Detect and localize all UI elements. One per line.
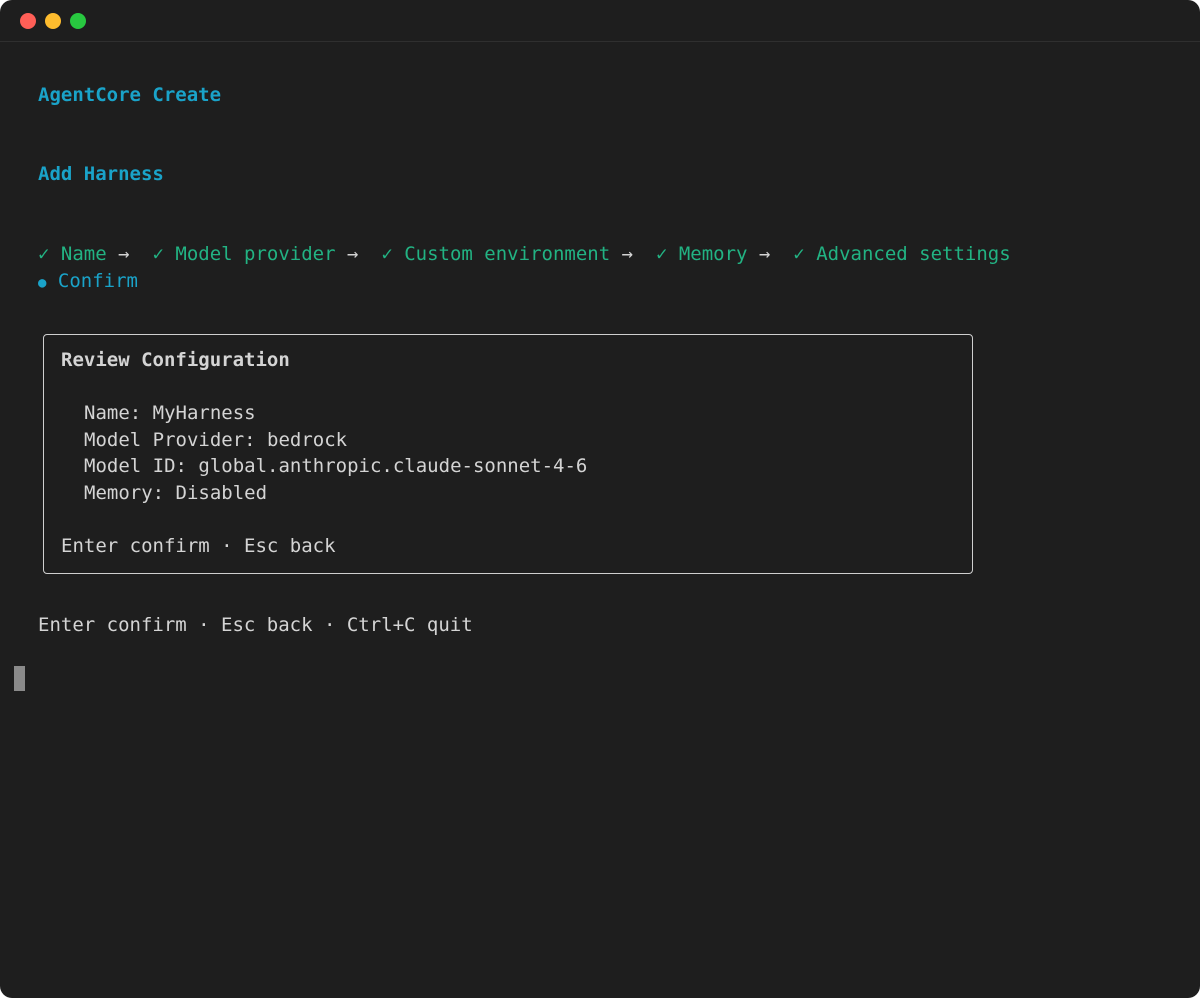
terminal-cursor[interactable] [14,666,25,691]
review-field-model-id: Model ID: global.anthropic.claude-sonnet… [84,453,587,479]
step-confirm-label: Confirm [57,270,138,292]
review-key-hint: Enter confirm · Esc back [61,535,336,557]
step-custom-environment: ✓ Custom environment → [381,243,633,265]
step-memory-label: Memory [678,243,748,265]
review-title: Review Configuration [61,349,290,371]
minimize-window-button[interactable] [45,13,61,29]
check-icon: ✓ [793,243,805,265]
check-icon: ✓ [38,243,50,265]
review-field-name: Name: MyHarness [84,400,256,426]
field-label: Memory: [84,482,165,504]
app-title: AgentCore Create [38,84,222,106]
field-value: global.anthropic.claude-sonnet-4-6 [198,455,588,477]
field-value: bedrock [267,429,348,451]
field-label: Model Provider: [84,429,256,451]
step-model-provider-label: Model provider [175,243,336,265]
arrow-right-icon: → [346,243,359,265]
step-name-label: Name [60,243,107,265]
arrow-right-icon: → [758,243,771,265]
step-advanced-settings: ✓ Advanced settings [793,243,1010,265]
arrow-right-icon: → [118,243,130,265]
check-icon: ✓ [655,243,668,265]
field-label: Name: [84,402,142,424]
step-name: ✓ Name → [38,243,130,265]
section-title: Add Harness [38,163,164,185]
arrow-right-icon: → [621,243,634,265]
step-advanced-settings-label: Advanced settings [816,243,1011,265]
terminal-window: AgentCore Create Add Harness ✓ Name → ✓ … [0,0,1200,998]
maximize-window-button[interactable] [70,13,86,29]
step-memory: ✓ Memory → [656,243,770,265]
step-model-provider: ✓ Model provider → [152,243,358,265]
footer-key-hint: Enter confirm · Esc back · Ctrl+C quit [38,614,473,636]
review-field-model-provider: Model Provider: bedrock [84,427,347,453]
check-icon: ✓ [152,243,164,265]
step-progress: ✓ Name → ✓ Model provider → ✓ Custom env… [38,241,1011,267]
close-window-button[interactable] [20,13,36,29]
field-value: MyHarness [152,402,256,424]
title-bar [0,0,1200,42]
field-label: Model ID: [84,455,187,477]
review-field-memory: Memory: Disabled [84,480,267,506]
step-confirm: ● Confirm [38,268,138,294]
terminal-content: AgentCore Create Add Harness ✓ Name → ✓ … [0,0,1200,636]
check-icon: ✓ [381,243,393,265]
step-custom-environment-label: Custom environment [404,243,611,265]
field-value: Disabled [175,482,268,504]
